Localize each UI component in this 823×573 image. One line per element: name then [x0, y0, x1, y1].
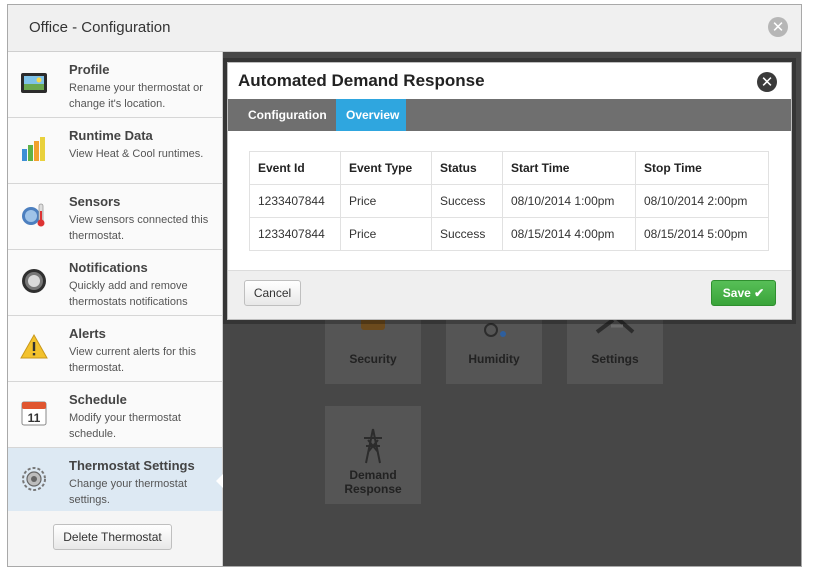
dialog-title: Automated Demand Response [238, 71, 485, 90]
tile-demand-response[interactable]: Demand Response [325, 406, 421, 504]
demand-response-dialog: Automated Demand Response ✕ Configuratio… [227, 62, 792, 320]
events-table: Event Id Event Type Status Start Time St… [249, 151, 769, 251]
cancel-button[interactable]: Cancel [244, 280, 301, 306]
power-tower-icon [364, 428, 382, 464]
thermometer-sensor-icon [22, 203, 45, 227]
cell-event-type: Price [340, 217, 432, 251]
sidebar-item-profile[interactable]: Profile Rename your thermostat or change… [8, 52, 222, 118]
sidebar-item-desc: View current alerts for this thermostat. [69, 346, 196, 374]
cell-stop-time: 08/15/2014 5:00pm [635, 217, 769, 251]
tile-humidity[interactable]: Humidity [446, 312, 542, 384]
tab-overview[interactable]: Overview [336, 99, 406, 131]
cell-event-id: 1233407844 [249, 217, 341, 251]
sidebar-item-desc: Quickly add and remove thermostats notif… [69, 280, 188, 308]
table-row: 1233407844 Price Success 08/10/2014 1:00… [249, 184, 769, 218]
dialog-body: Event Id Event Type Status Start Time St… [228, 131, 791, 270]
sidebar-item-schedule[interactable]: 11 Schedule Modify your thermostat sched… [8, 382, 222, 448]
warning-triangle-icon [20, 333, 48, 359]
dialog-tabs: Configuration Overview [228, 99, 791, 131]
sidebar-item-runtime-data[interactable]: Runtime Data View Heat & Cool runtimes. [8, 118, 222, 184]
sidebar-item-notifications[interactable]: Notifications Quickly add and remove the… [8, 250, 222, 316]
sidebar-item-title: Runtime Data [69, 128, 153, 143]
column-header-event-type: Event Type [340, 151, 432, 185]
column-header-start-time: Start Time [502, 151, 636, 185]
save-button-label: Save [722, 286, 751, 300]
tile-label: Humidity [468, 352, 520, 366]
sidebar-item-desc: Rename your thermostat or change it's lo… [69, 82, 203, 110]
notifications-compass-icon [22, 269, 46, 293]
cell-start-time: 08/10/2014 1:00pm [502, 184, 636, 218]
sidebar-item-title: Schedule [69, 392, 127, 407]
tile-security[interactable]: Security [325, 312, 421, 384]
cell-event-id: 1233407844 [249, 184, 341, 218]
sidebar: Profile Rename your thermostat or change… [8, 52, 224, 566]
save-button[interactable]: Save ✔ [711, 280, 776, 306]
sidebar-footer: Delete Thermostat [8, 511, 222, 566]
gear-icon [22, 467, 46, 491]
cell-start-time: 08/15/2014 4:00pm [502, 217, 636, 251]
window-title: Office - Configuration [29, 19, 171, 36]
sidebar-item-desc: Change your thermostat settings. [69, 478, 188, 506]
column-header-event-id: Event Id [249, 151, 341, 185]
checkmark-icon: ✔ [754, 286, 765, 300]
dialog-footer: Cancel Save ✔ [228, 270, 791, 319]
column-header-stop-time: Stop Time [635, 151, 769, 185]
calendar-icon-day: 11 [28, 411, 41, 425]
tile-label: Demand Response [344, 468, 402, 496]
sidebar-item-title: Profile [69, 62, 110, 77]
sidebar-item-title: Alerts [69, 326, 106, 341]
profile-picture-icon [21, 73, 47, 93]
column-header-status: Status [431, 151, 503, 185]
tile-settings[interactable]: Settings [567, 312, 663, 384]
sidebar-item-desc: View Heat & Cool runtimes. [69, 148, 204, 160]
tile-label: Security [349, 352, 397, 366]
sidebar-item-alerts[interactable]: Alerts View current alerts for this ther… [8, 316, 222, 382]
tab-configuration[interactable]: Configuration [238, 99, 339, 131]
cell-stop-time: 08/10/2014 2:00pm [635, 184, 769, 218]
sidebar-item-thermostat-settings[interactable]: Thermostat Settings Change your thermost… [8, 448, 224, 514]
table-row: 1233407844 Price Success 08/15/2014 4:00… [249, 217, 769, 251]
dialog-header: Automated Demand Response ✕ [228, 63, 791, 99]
window-titlebar: Office - Configuration ✕ [8, 5, 801, 52]
cell-status: Success [431, 217, 503, 251]
sidebar-item-title: Sensors [69, 194, 121, 209]
calendar-icon: 11 [21, 401, 47, 426]
bar-chart-icon [22, 137, 45, 161]
sidebar-item-desc: Modify your thermostat schedule. [69, 412, 181, 440]
sidebar-item-title: Notifications [69, 260, 148, 275]
dialog-close-icon[interactable]: ✕ [757, 72, 777, 92]
sidebar-item-title: Thermostat Settings [69, 458, 195, 473]
table-header-row: Event Id Event Type Status Start Time St… [249, 151, 769, 185]
cell-event-type: Price [340, 184, 432, 218]
delete-thermostat-button[interactable]: Delete Thermostat [53, 524, 172, 550]
window-close-icon[interactable]: ✕ [768, 17, 788, 37]
sidebar-item-desc: View sensors connected this thermostat. [69, 214, 209, 242]
sidebar-item-sensors[interactable]: Sensors View sensors connected this ther… [8, 184, 222, 250]
cell-status: Success [431, 184, 503, 218]
tile-label: Settings [591, 352, 639, 366]
